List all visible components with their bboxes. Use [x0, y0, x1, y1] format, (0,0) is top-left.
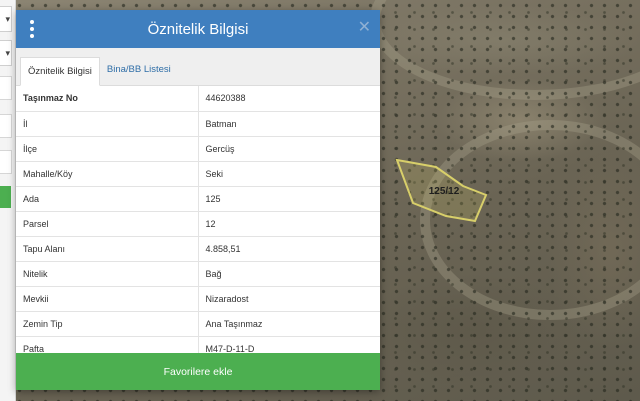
attribute-key: Ada — [16, 186, 199, 212]
left-input-2[interactable] — [0, 114, 12, 138]
attribute-key: Mahalle/Köy — [16, 161, 199, 187]
attribute-key: Nitelik — [16, 261, 199, 287]
table-row: Nitelik Bağ — [16, 261, 380, 287]
attribute-value: Nizaradost — [198, 286, 380, 312]
kebab-menu-icon[interactable] — [26, 20, 38, 38]
attribute-value: Seki — [198, 161, 380, 187]
table-row: Mahalle/Köy Seki — [16, 161, 380, 187]
attribute-key: Taşınmaz No — [16, 86, 199, 112]
tab-bar: Öznitelik Bilgisi Bina/BB Listesi — [16, 48, 380, 86]
table-row: Parsel 12 — [16, 211, 380, 237]
left-input-1[interactable] — [0, 76, 12, 100]
attribute-value: 125 — [198, 186, 380, 212]
chevron-down-icon: ▾ — [5, 48, 10, 58]
table-row: Zemin Tip Ana Taşınmaz — [16, 311, 380, 337]
attribute-table: Taşınmaz No 44620388 İl Batman İlçe Gerc… — [16, 86, 380, 362]
close-icon[interactable]: ✕ — [358, 19, 371, 37]
table-row: Taşınmaz No 44620388 — [16, 86, 380, 112]
left-input-3[interactable] — [0, 150, 12, 174]
table-row: Mevkii Nizaradost — [16, 286, 380, 312]
attribute-key: Parsel — [16, 211, 199, 237]
left-select-2[interactable]: ▾ — [0, 40, 12, 66]
attribute-dialog: Öznitelik Bilgisi ✕ Öznitelik Bilgisi Bi… — [16, 10, 380, 390]
table-row: İlçe Gercüş — [16, 136, 380, 162]
attribute-value: Gercüş — [198, 136, 380, 162]
attribute-value: 12 — [198, 211, 380, 237]
attribute-key: Mevkii — [16, 286, 199, 312]
add-to-favorites-button[interactable]: Favorilere ekle — [16, 353, 380, 390]
attribute-value: Bağ — [198, 261, 380, 287]
left-action-button[interactable] — [0, 186, 11, 208]
attribute-value: 4.858,51 — [198, 236, 380, 262]
attribute-value: Batman — [198, 111, 380, 137]
table-row: Ada 125 — [16, 186, 380, 212]
table-row: İl Batman — [16, 111, 380, 137]
tab-building-list[interactable]: Bina/BB Listesi — [100, 56, 178, 85]
parcel-label: 125/12 — [429, 186, 460, 197]
dialog-title: Öznitelik Bilgisi — [147, 20, 249, 38]
attribute-key: İlçe — [16, 136, 199, 162]
attribute-key: Zemin Tip — [16, 311, 199, 337]
left-select-1[interactable]: ▾ — [0, 6, 12, 32]
attribute-value: 44620388 — [198, 86, 380, 112]
table-row: Tapu Alanı 4.858,51 — [16, 236, 380, 262]
chevron-down-icon: ▾ — [5, 14, 10, 24]
attribute-key: İl — [16, 111, 199, 137]
tab-attribute-info[interactable]: Öznitelik Bilgisi — [20, 57, 100, 86]
attribute-value: Ana Taşınmaz — [198, 311, 380, 337]
attribute-key: Tapu Alanı — [16, 236, 199, 262]
left-panel: ▾ ▾ — [0, 0, 16, 401]
dialog-header: Öznitelik Bilgisi ✕ — [16, 10, 380, 48]
